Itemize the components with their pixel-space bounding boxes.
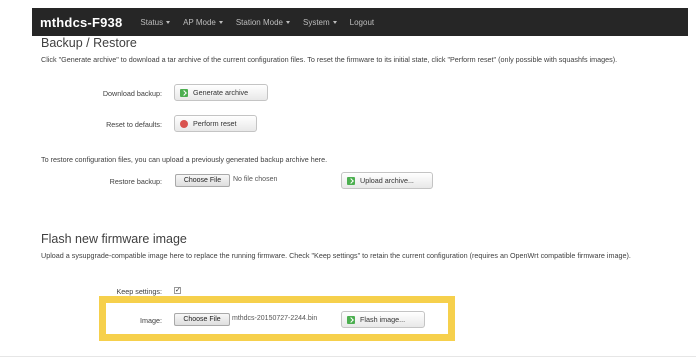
- flash-title: Flash new firmware image: [41, 232, 187, 246]
- nav-ap-mode[interactable]: AP Mode: [183, 18, 223, 27]
- nav-status[interactable]: Status: [140, 17, 171, 27]
- image-choose-file-button[interactable]: Choose File: [174, 313, 230, 326]
- nav-logout[interactable]: Logout: [350, 18, 374, 27]
- nav-status-label: Status: [140, 17, 164, 27]
- keep-settings-label: Keep settings:: [116, 287, 162, 296]
- chevron-down-icon: [166, 20, 171, 24]
- nav-logout-label: Logout: [349, 17, 375, 27]
- restore-backup-label: Restore backup:: [109, 177, 162, 186]
- backup-description: Click "Generate archive" to download a t…: [41, 55, 618, 64]
- reset-defaults-label: Reset to defaults:: [106, 120, 162, 129]
- reset-icon: [180, 119, 188, 128]
- nav-ap-mode-label: AP Mode: [183, 17, 216, 27]
- image-label: Image:: [140, 316, 162, 325]
- restore-choose-file-button[interactable]: Choose File: [175, 174, 230, 187]
- nav-station-mode-label: Station Mode: [235, 17, 283, 27]
- top-navbar: mthdcs-F938 Status AP Mode Station Mode …: [32, 8, 688, 36]
- download-backup-label: Download backup:: [102, 89, 162, 98]
- generate-archive-label: Generate archive: [193, 88, 249, 97]
- flash-image-button[interactable]: Flash image...: [341, 311, 425, 328]
- generate-archive-button[interactable]: Generate archive: [174, 84, 268, 101]
- page: mthdcs-F938 Status AP Mode Station Mode …: [0, 0, 696, 362]
- upload-archive-button[interactable]: Upload archive...: [341, 172, 433, 189]
- restore-description: To restore configuration files, you can …: [41, 155, 328, 164]
- divider: [0, 356, 696, 357]
- restore-file-status: No file chosen: [233, 176, 278, 183]
- perform-reset-button[interactable]: Perform reset: [174, 115, 257, 132]
- flash-icon: [347, 315, 355, 324]
- backup-title: Backup / Restore: [41, 36, 137, 50]
- chevron-down-icon: [218, 20, 223, 24]
- chevron-down-icon: [285, 20, 290, 24]
- chevron-down-icon: [332, 20, 337, 24]
- download-icon: [180, 88, 188, 97]
- nav-system-label: System: [302, 17, 330, 27]
- nav-station-mode[interactable]: Station Mode: [236, 18, 290, 27]
- upload-archive-label: Upload archive...: [360, 176, 414, 185]
- flash-description: Upload a sysupgrade-compatible image her…: [41, 251, 631, 260]
- brand-title[interactable]: mthdcs-F938: [40, 15, 122, 30]
- image-file-name: mthdcs-20150727-2244.bin: [232, 315, 318, 322]
- keep-settings-checkbox[interactable]: ✓: [174, 287, 181, 294]
- nav-system[interactable]: System: [303, 18, 337, 27]
- perform-reset-label: Perform reset: [193, 119, 237, 128]
- upload-icon: [347, 176, 355, 185]
- flash-image-label: Flash image...: [360, 315, 406, 324]
